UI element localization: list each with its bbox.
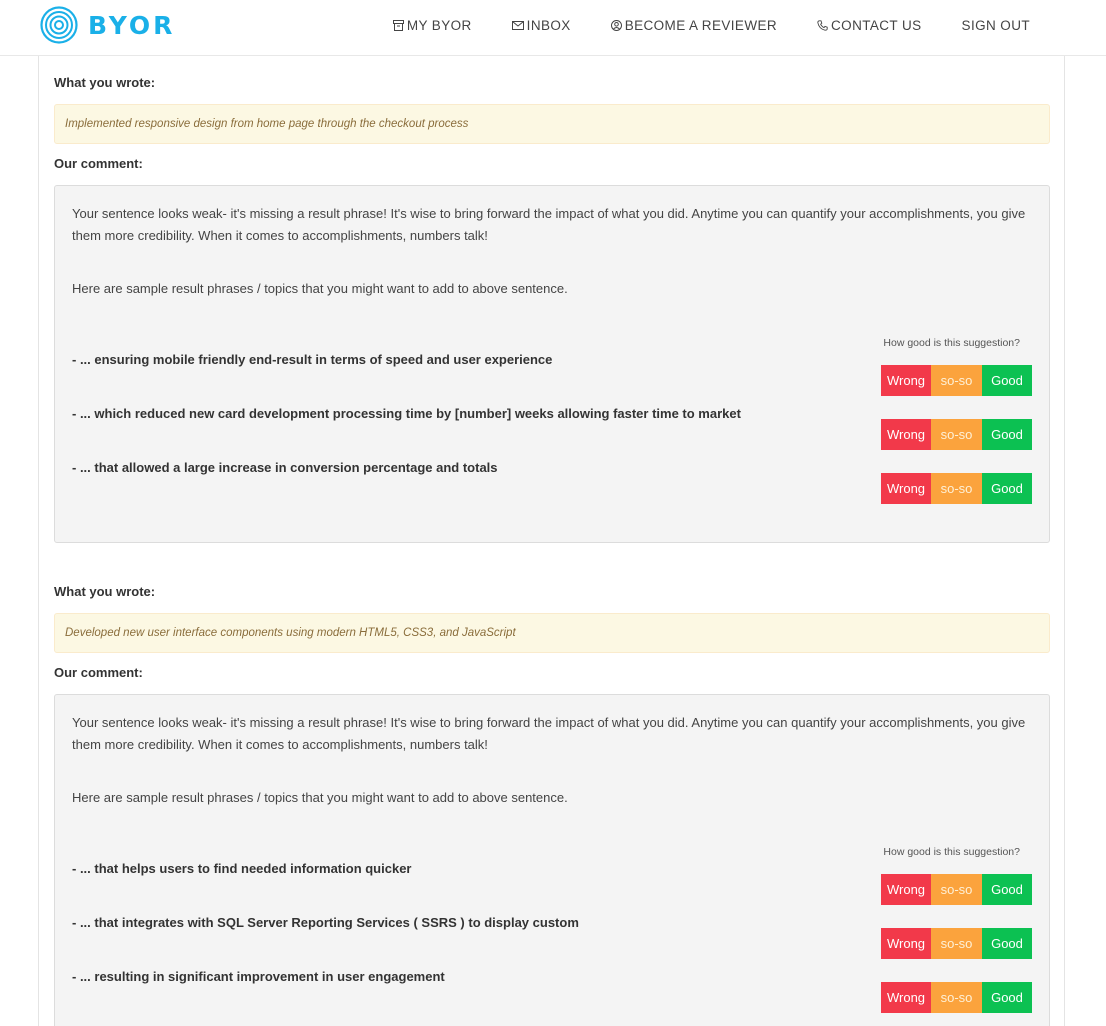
nav-my-byor[interactable]: MY BYOR xyxy=(392,17,472,33)
suggestion-item: - ... that allowed a large increase in c… xyxy=(72,458,1032,512)
comment-text: Your sentence looks weak- it's missing a… xyxy=(72,206,1026,243)
rating-buttons: Wrong so-so Good xyxy=(881,365,1032,396)
suggestion-text: - ... ensuring mobile friendly end-resul… xyxy=(72,352,553,367)
user-sentence: Implemented responsive design from home … xyxy=(54,104,1050,144)
rate-wrong-button[interactable]: Wrong xyxy=(881,473,931,504)
review-section: What you wrote: Implemented responsive d… xyxy=(54,73,1050,543)
rate-good-button[interactable]: Good xyxy=(982,874,1032,905)
main-content: What you wrote: Implemented responsive d… xyxy=(38,56,1065,1026)
review-section: What you wrote: Developed new user inter… xyxy=(54,582,1050,1026)
what-you-wrote-label: What you wrote: xyxy=(54,584,156,599)
rate-soso-button[interactable]: so-so xyxy=(931,419,982,450)
rate-good-button[interactable]: Good xyxy=(982,473,1032,504)
comment-panel: Your sentence looks weak- it's missing a… xyxy=(54,185,1050,543)
suggestion-item: - ... that integrates with SQL Server Re… xyxy=(72,913,1032,967)
nav-sign-out-label: SIGN OUT xyxy=(961,17,1030,33)
nav-sign-out[interactable]: SIGN OUT xyxy=(962,18,1030,33)
nav-my-byor-label: MY BYOR xyxy=(406,17,472,33)
user-sentence: Developed new user interface components … xyxy=(54,613,1050,653)
user-circle-icon xyxy=(610,19,622,31)
rating-buttons: Wrong so-so Good xyxy=(881,928,1032,959)
suggestion-item: - ... resulting in significant improveme… xyxy=(72,967,1032,1021)
nav-contact-us[interactable]: CONTACT US xyxy=(817,18,922,33)
rating-buttons: Wrong so-so Good xyxy=(881,982,1032,1013)
rating-buttons: Wrong so-so Good xyxy=(881,473,1032,504)
rate-soso-button[interactable]: so-so xyxy=(931,365,982,396)
suggestion-item: - ... which reduced new card development… xyxy=(72,404,1032,458)
rate-wrong-button[interactable]: Wrong xyxy=(881,982,931,1013)
top-navbar: BYOR MY BYOR INBOX BECOME A REVIEWER CON… xyxy=(0,0,1106,56)
nav-inbox-label: INBOX xyxy=(526,17,571,33)
rate-wrong-button[interactable]: Wrong xyxy=(881,419,931,450)
brand-logo[interactable]: BYOR xyxy=(40,6,175,44)
rate-soso-button[interactable]: so-so xyxy=(931,874,982,905)
rate-soso-button[interactable]: so-so xyxy=(931,473,982,504)
suggestion-text: - ... that allowed a large increase in c… xyxy=(72,460,498,475)
nav-inbox[interactable]: INBOX xyxy=(511,17,571,33)
our-comment-label: Our comment: xyxy=(54,665,143,680)
rate-soso-button[interactable]: so-so xyxy=(931,982,982,1013)
rate-wrong-button[interactable]: Wrong xyxy=(881,365,931,396)
suggestion-item: - ... that helps users to find needed in… xyxy=(72,859,1032,913)
what-you-wrote-label: What you wrote: xyxy=(54,75,156,90)
suggestion-text: - ... resulting in significant improveme… xyxy=(72,969,445,984)
rate-soso-button[interactable]: so-so xyxy=(931,928,982,959)
rate-wrong-button[interactable]: Wrong xyxy=(881,874,931,905)
rating-buttons: Wrong so-so Good xyxy=(881,874,1032,905)
sample-intro: Here are sample result phrases / topics … xyxy=(72,790,568,805)
sample-intro: Here are sample result phrases / topics … xyxy=(72,281,568,296)
suggestion-text: - ... that helps users to find needed in… xyxy=(72,861,412,876)
nav-become-reviewer-label: BECOME A REVIEWER xyxy=(624,17,778,33)
our-comment-label: Our comment: xyxy=(54,156,143,171)
rate-good-button[interactable]: Good xyxy=(982,928,1032,959)
envelope-icon xyxy=(511,20,524,30)
rate-good-button[interactable]: Good xyxy=(982,365,1032,396)
comment-text: Your sentence looks weak- it's missing a… xyxy=(72,715,1026,752)
rate-good-button[interactable]: Good xyxy=(982,982,1032,1013)
nav-contact-us-label: CONTACT US xyxy=(831,17,922,33)
nav-become-reviewer[interactable]: BECOME A REVIEWER xyxy=(610,17,778,33)
rate-good-button[interactable]: Good xyxy=(982,419,1032,450)
brand-name: BYOR xyxy=(88,10,176,40)
suggestion-item: - ... ensuring mobile friendly end-resul… xyxy=(72,350,1032,404)
phone-icon xyxy=(817,19,828,31)
suggestion-text: - ... which reduced new card development… xyxy=(72,406,741,421)
rating-prompt: How good is this suggestion? xyxy=(883,337,1020,349)
comment-panel: Your sentence looks weak- it's missing a… xyxy=(54,694,1050,1026)
rate-wrong-button[interactable]: Wrong xyxy=(881,928,931,959)
rating-prompt: How good is this suggestion? xyxy=(883,846,1020,858)
suggestion-text: - ... that integrates with SQL Server Re… xyxy=(72,915,579,930)
archive-icon xyxy=(392,19,404,31)
main-nav: MY BYOR INBOX BECOME A REVIEWER CONTACT … xyxy=(353,0,1030,50)
rating-buttons: Wrong so-so Good xyxy=(881,419,1032,450)
byor-logo-icon xyxy=(40,6,78,44)
